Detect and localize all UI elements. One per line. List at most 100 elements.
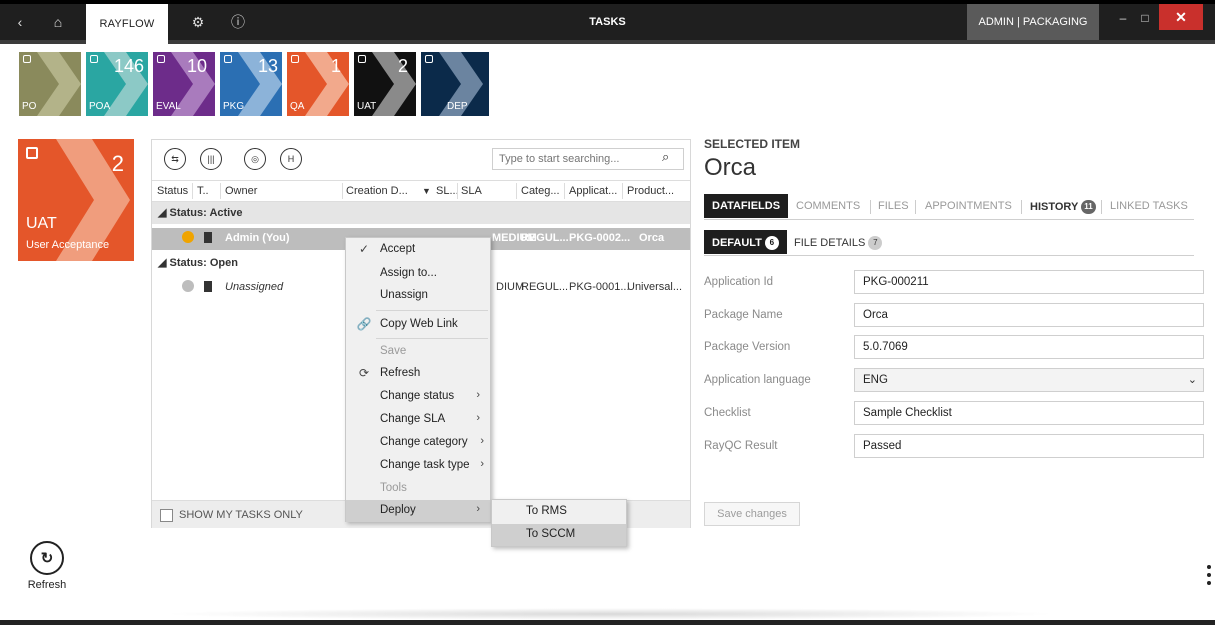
- menu-item-copy-web-link[interactable]: 🔗 Copy Web Link: [346, 314, 490, 336]
- col-application[interactable]: Applicat...: [569, 185, 617, 197]
- col-type[interactable]: T..: [197, 185, 209, 197]
- chevron-right-icon: ›: [480, 458, 484, 470]
- stage-tile-poa[interactable]: 146 POA: [86, 52, 148, 116]
- history-count-badge: 11: [1081, 200, 1096, 214]
- stage-tile-pkg[interactable]: 13 PKG: [220, 52, 282, 116]
- stage-label: PO: [22, 101, 37, 112]
- search-input[interactable]: [492, 148, 684, 170]
- col-owner[interactable]: Owner: [225, 185, 257, 197]
- stage-count: 1: [330, 56, 341, 76]
- col-product[interactable]: Product...: [627, 185, 674, 197]
- tab-appointments[interactable]: APPOINTMENTS: [925, 194, 1012, 218]
- stage-label: EVAL: [156, 101, 181, 112]
- stage-tile-uat[interactable]: 2 UAT: [354, 52, 416, 116]
- application-language-select[interactable]: ENG ⌄: [854, 368, 1204, 392]
- application-cell: PKG-0001...: [569, 281, 630, 293]
- product-cell: Universal...: [627, 281, 683, 293]
- col-category[interactable]: Categ...: [521, 185, 560, 197]
- stage-label: UAT: [357, 101, 377, 112]
- owner-cell: Unassigned: [225, 281, 284, 293]
- tab-comments[interactable]: COMMENTS: [796, 194, 860, 218]
- application-id-input[interactable]: PKG-000211: [854, 270, 1204, 294]
- current-stage-panel: 2 UAT User Acceptance: [18, 139, 134, 261]
- col-status[interactable]: Status: [157, 185, 188, 197]
- menu-item-to-rms[interactable]: To RMS: [492, 501, 626, 523]
- selected-item-label: SELECTED ITEM: [704, 137, 801, 151]
- back-icon[interactable]: ‹: [2, 4, 38, 40]
- select-value: ENG: [863, 374, 888, 386]
- columns-icon[interactable]: |||: [200, 148, 222, 170]
- menu-item-to-sccm[interactable]: To SCCM: [492, 524, 626, 546]
- field-label: Checklist: [704, 407, 751, 419]
- menu-item-assign-to[interactable]: Assign to...: [346, 263, 490, 285]
- package-name-input[interactable]: Orca: [854, 303, 1204, 327]
- field-label: Package Name: [704, 309, 783, 321]
- tab-files[interactable]: FILES: [878, 194, 909, 218]
- menu-item-label: Tools: [380, 482, 407, 494]
- more-options-icon[interactable]: [1206, 565, 1212, 593]
- field-label: Application Id: [704, 276, 774, 288]
- show-my-tasks-checkbox[interactable]: [160, 509, 173, 522]
- field-checklist: Checklist Sample Checklist: [704, 401, 1204, 425]
- group-row-active[interactable]: ◢ Status: Active: [152, 202, 690, 224]
- stage-tile-po[interactable]: PO: [19, 52, 81, 116]
- refresh-button[interactable]: ↻ Refresh: [27, 541, 67, 591]
- search-icon[interactable]: ⌕: [662, 149, 669, 165]
- tab-label: DATAFIELDS: [712, 200, 781, 212]
- show-my-tasks-label[interactable]: SHOW MY TASKS ONLY: [179, 509, 303, 521]
- chevron-right-icon: ›: [476, 412, 480, 424]
- menu-item-change-category[interactable]: Change category ›: [346, 432, 490, 454]
- tab-label: FILE DETAILS: [794, 236, 866, 249]
- history-icon[interactable]: H: [280, 148, 302, 170]
- stage-label: PKG: [223, 101, 245, 112]
- user-indicator[interactable]: ADMIN | PACKAGING: [967, 4, 1099, 40]
- decorative-shadow: [160, 608, 1060, 620]
- menu-separator: [376, 338, 488, 339]
- maximize-icon[interactable]: □: [1128, 4, 1162, 32]
- stage-icon: [224, 55, 232, 63]
- tab-default[interactable]: DEFAULT 6: [704, 230, 787, 254]
- group-icon[interactable]: ⇆: [164, 148, 186, 170]
- tab-file-details[interactable]: FILE DETAILS 7: [794, 230, 883, 254]
- sort-icon[interactable]: ▼: [422, 186, 431, 196]
- close-icon[interactable]: ✕: [1159, 4, 1203, 30]
- tab-history[interactable]: HISTORY 11: [1030, 194, 1096, 218]
- package-version-input[interactable]: 5.0.7069: [854, 335, 1204, 359]
- col-sla[interactable]: SLA: [461, 185, 482, 197]
- status-icon: [182, 231, 194, 243]
- tab-datafields[interactable]: DATAFIELDS: [704, 194, 789, 218]
- app-tab[interactable]: RAYFLOW: [86, 4, 168, 44]
- checklist-input[interactable]: Sample Checklist: [854, 401, 1204, 425]
- stage-tile-eval[interactable]: 10 EVAL: [153, 52, 215, 116]
- menu-item-change-status[interactable]: Change status ›: [346, 386, 490, 408]
- default-count-badge: 6: [764, 236, 779, 250]
- rayqc-result-input[interactable]: Passed: [854, 434, 1204, 458]
- chevron-right-icon: ›: [476, 503, 480, 515]
- save-changes-button[interactable]: Save changes: [704, 502, 800, 526]
- settings-icon[interactable]: ⚙: [180, 4, 216, 40]
- col-creation-date[interactable]: Creation D...: [346, 185, 408, 197]
- col-sla-short[interactable]: SL...: [436, 185, 459, 197]
- stage-icon: [23, 55, 31, 63]
- filter-icon[interactable]: ◎: [244, 148, 266, 170]
- menu-item-change-sla[interactable]: Change SLA ›: [346, 409, 490, 431]
- menu-item-label: Assign to...: [380, 267, 437, 279]
- menu-item-refresh[interactable]: ⟳ Refresh: [346, 363, 490, 385]
- menu-item-unassign[interactable]: Unassign: [346, 285, 490, 307]
- info-icon[interactable]: ⓘ: [220, 4, 256, 40]
- owner-cell: Admin (You): [225, 232, 290, 244]
- stage-icon: [157, 55, 165, 63]
- menu-item-change-task-type[interactable]: Change task type ›: [346, 455, 490, 477]
- stage-tile-dep[interactable]: DEP: [421, 52, 489, 116]
- context-menu: ✓ Accept Assign to... Unassign 🔗 Copy We…: [345, 237, 491, 522]
- stage-count: 146: [113, 56, 144, 76]
- category-cell: REGUL...: [521, 232, 569, 244]
- stage-tile-qa[interactable]: 1 QA: [287, 52, 349, 116]
- selected-item-title: Orca: [704, 154, 757, 181]
- tab-linked-tasks[interactable]: LINKED TASKS: [1110, 194, 1188, 218]
- menu-item-accept[interactable]: ✓ Accept: [346, 239, 490, 261]
- chevron-down-icon: ⌄: [1187, 374, 1197, 386]
- field-package-name: Package Name Orca: [704, 303, 1204, 327]
- home-icon[interactable]: ⌂: [40, 4, 76, 40]
- menu-item-deploy[interactable]: Deploy ›: [346, 500, 490, 522]
